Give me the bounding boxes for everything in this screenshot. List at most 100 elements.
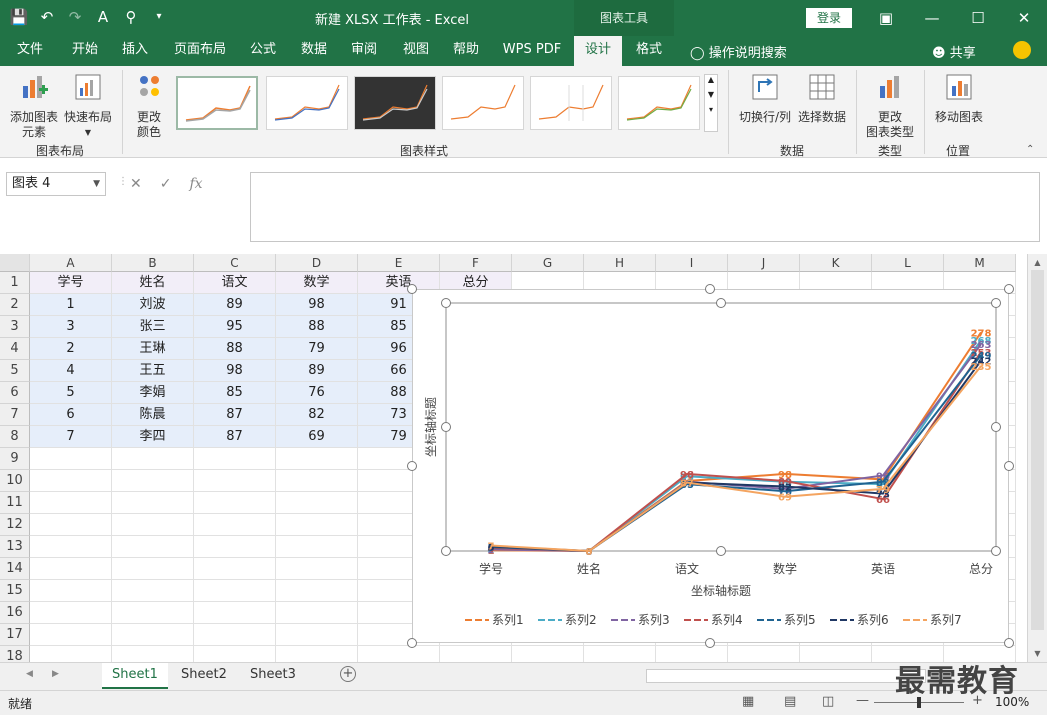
tab-formulas[interactable]: 公式 xyxy=(241,36,285,66)
cell-D16[interactable] xyxy=(276,602,358,624)
cell-C17[interactable] xyxy=(194,624,276,646)
cell-B17[interactable] xyxy=(112,624,194,646)
cell-D3[interactable]: 88 xyxy=(276,316,358,338)
resize-handle[interactable] xyxy=(407,461,417,471)
collapse-ribbon-icon[interactable]: ⌃ xyxy=(1026,144,1034,155)
cell-B8[interactable]: 李四 xyxy=(112,426,194,448)
cell-D6[interactable]: 76 xyxy=(276,382,358,404)
minimize-icon[interactable]: — xyxy=(909,0,955,36)
sheet-tab-1[interactable]: Sheet1 xyxy=(102,663,168,689)
maximize-icon[interactable]: ☐ xyxy=(955,0,1001,36)
cell-A3[interactable]: 3 xyxy=(30,316,112,338)
scroll-down-icon[interactable]: ▼ xyxy=(1028,649,1047,658)
scroll-up-icon[interactable]: ▲ xyxy=(705,75,717,84)
cell-B3[interactable]: 张三 xyxy=(112,316,194,338)
cell-C16[interactable] xyxy=(194,602,276,624)
chart-style-3[interactable] xyxy=(354,76,436,130)
tab-design[interactable]: 设计 xyxy=(574,36,622,66)
cell-D9[interactable] xyxy=(276,448,358,470)
tab-help[interactable]: 帮助 xyxy=(444,36,488,66)
zoom-out-icon[interactable]: — xyxy=(856,693,869,708)
tab-review[interactable]: 审阅 xyxy=(342,36,386,66)
cell-C11[interactable] xyxy=(194,492,276,514)
cell-B7[interactable]: 陈晨 xyxy=(112,404,194,426)
cell-A18[interactable] xyxy=(30,646,112,662)
horizontal-scrollbar[interactable] xyxy=(646,669,926,683)
cell-B6[interactable]: 李娟 xyxy=(112,382,194,404)
cell-C18[interactable] xyxy=(194,646,276,662)
resize-handle[interactable] xyxy=(407,284,417,294)
cell-D4[interactable]: 79 xyxy=(276,338,358,360)
cell-A2[interactable]: 1 xyxy=(30,294,112,316)
cell-B16[interactable] xyxy=(112,602,194,624)
cell-C5[interactable]: 98 xyxy=(194,360,276,382)
share-button[interactable]: ☻ 共享 xyxy=(932,42,976,61)
next-sheet-icon[interactable]: ▶ xyxy=(52,669,59,679)
cell-A4[interactable]: 2 xyxy=(30,338,112,360)
cell-B2[interactable]: 刘波 xyxy=(112,294,194,316)
resize-handle[interactable] xyxy=(705,638,715,648)
cell-B18[interactable] xyxy=(112,646,194,662)
cell-C8[interactable]: 87 xyxy=(194,426,276,448)
column-header-M[interactable]: M xyxy=(944,254,1016,272)
resize-handle[interactable] xyxy=(407,638,417,648)
row-header-18[interactable]: 18 xyxy=(0,646,30,662)
login-button[interactable]: 登录 xyxy=(806,8,852,28)
prev-sheet-icon[interactable]: ◀ xyxy=(26,669,33,679)
row-header-2[interactable]: 2 xyxy=(0,294,30,316)
scroll-thumb[interactable] xyxy=(1031,270,1044,630)
page-break-view-icon[interactable]: ◫ xyxy=(822,694,834,709)
page-layout-view-icon[interactable]: ▤ xyxy=(784,694,796,709)
cell-C15[interactable] xyxy=(194,580,276,602)
cell-A12[interactable] xyxy=(30,514,112,536)
cell-A13[interactable] xyxy=(30,536,112,558)
cell-B10[interactable] xyxy=(112,470,194,492)
resize-handle[interactable] xyxy=(1004,461,1014,471)
cell-A8[interactable]: 7 xyxy=(30,426,112,448)
cell-A14[interactable] xyxy=(30,558,112,580)
cell-A1[interactable]: 学号 xyxy=(30,272,112,294)
cell-B5[interactable]: 王五 xyxy=(112,360,194,382)
more-icon[interactable]: ▾ xyxy=(705,105,717,114)
cell-C2[interactable]: 89 xyxy=(194,294,276,316)
row-header-15[interactable]: 15 xyxy=(0,580,30,602)
row-header-8[interactable]: 8 xyxy=(0,426,30,448)
cell-C1[interactable]: 语文 xyxy=(194,272,276,294)
insert-function-icon[interactable]: fx xyxy=(189,172,202,196)
row-header-13[interactable]: 13 xyxy=(0,536,30,558)
tab-view[interactable]: 视图 xyxy=(394,36,438,66)
tab-page-layout[interactable]: 页面布局 xyxy=(168,36,232,66)
row-header-9[interactable]: 9 xyxy=(0,448,30,470)
column-header-L[interactable]: L xyxy=(872,254,944,272)
change-colors-button[interactable]: 更改 颜色 xyxy=(126,72,172,140)
feedback-smiley-icon[interactable] xyxy=(1013,41,1031,59)
quick-layout-button[interactable]: 快速布局 ▼ xyxy=(62,72,114,140)
sheet-tab-3[interactable]: Sheet3 xyxy=(240,663,306,689)
add-chart-element-button[interactable]: 添加图表 元素 xyxy=(8,72,60,140)
cell-A11[interactable] xyxy=(30,492,112,514)
name-box[interactable]: 图表 4 ▼ xyxy=(6,172,106,196)
resize-handle[interactable] xyxy=(1004,284,1014,294)
chart-style-6[interactable] xyxy=(618,76,700,130)
cell-A10[interactable] xyxy=(30,470,112,492)
move-chart-button[interactable]: 移动图表 xyxy=(930,72,988,125)
cell-C10[interactable] xyxy=(194,470,276,492)
change-chart-type-button[interactable]: 更改 图表类型 xyxy=(862,72,918,140)
cell-E18[interactable] xyxy=(358,646,440,662)
row-header-3[interactable]: 3 xyxy=(0,316,30,338)
cell-C13[interactable] xyxy=(194,536,276,558)
row-header-5[interactable]: 5 xyxy=(0,360,30,382)
tab-insert[interactable]: 插入 xyxy=(113,36,157,66)
vertical-scrollbar[interactable]: ▲ ▼ xyxy=(1027,254,1047,662)
cell-D5[interactable]: 89 xyxy=(276,360,358,382)
scroll-up-icon[interactable]: ▲ xyxy=(1028,258,1047,267)
cell-A5[interactable]: 4 xyxy=(30,360,112,382)
cell-C4[interactable]: 88 xyxy=(194,338,276,360)
cell-B15[interactable] xyxy=(112,580,194,602)
row-header-14[interactable]: 14 xyxy=(0,558,30,580)
column-header-K[interactable]: K xyxy=(800,254,872,272)
cancel-icon[interactable]: ✕ xyxy=(130,172,142,196)
cell-D12[interactable] xyxy=(276,514,358,536)
sheet-tab-2[interactable]: Sheet2 xyxy=(171,663,237,689)
tab-format[interactable]: 格式 xyxy=(627,36,671,66)
